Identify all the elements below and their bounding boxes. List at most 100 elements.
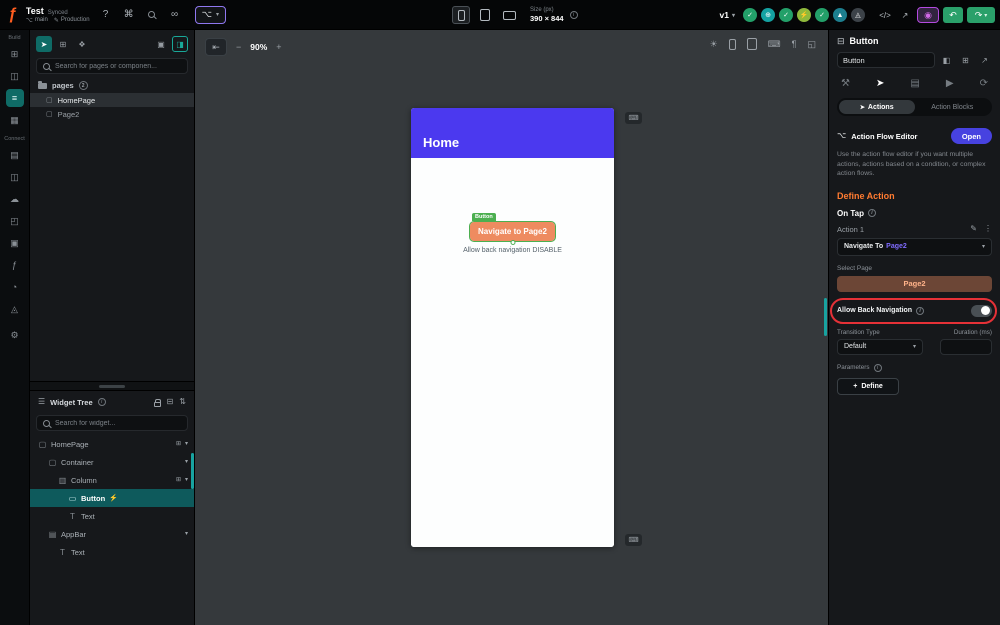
pages-search[interactable] [36,58,188,74]
tab-action-blocks[interactable]: Action Blocks [915,100,991,114]
extensions-icon[interactable]: ◬ [851,8,865,22]
rail-media-icon[interactable]: ▣ [6,234,24,252]
tab-list-icon[interactable]: ▤ [910,78,919,89]
copy-icon[interactable]: ⊞ [176,441,181,447]
edit-action-icon[interactable]: ✎ [970,225,977,233]
rail-analytics-icon[interactable]: ◔ [6,278,24,296]
text-direction-icon[interactable]: ¶ [792,39,797,49]
rail-database-icon[interactable]: ▤ [6,146,24,164]
preview-appbar[interactable]: Home [411,108,614,158]
device-tablet-button[interactable] [476,6,494,24]
select-mode-icon[interactable]: ➤ [36,36,52,52]
action-type-dropdown[interactable]: Navigate To Page2 ▾ [837,237,992,256]
project-info[interactable]: Test Synced ⌥ main ✎ Production [26,6,90,24]
preview-eye-button[interactable]: ◉ [917,7,939,23]
flutterflow-logo-icon[interactable]: ƒ [8,6,17,24]
size-info-icon[interactable]: i [569,11,578,19]
keyboard-icon[interactable]: ⌨ [768,39,781,49]
status-globe-icon[interactable]: ⊕ [761,8,775,22]
tab-actions-icon[interactable]: ➤ [876,78,884,89]
rail-integrations-icon[interactable]: ◬ [6,300,24,318]
flow-mode-dropdown[interactable]: ⌥ ▾ [194,5,226,24]
splitter-handle[interactable] [99,384,125,388]
phone-preview[interactable]: Home Button Navigate to Page2 Allow back… [411,108,614,547]
page-list-item-page2[interactable]: ▢ Page2 [30,107,194,121]
sort-icon[interactable]: ⇅ [179,398,186,406]
templates-icon[interactable]: ◨ [172,36,188,52]
resize-handle[interactable] [510,240,515,245]
chevron-down-icon[interactable]: ▾ [185,441,188,447]
panel-splitter[interactable] [30,381,194,391]
branch-name[interactable]: main [35,17,48,23]
pages-search-input[interactable] [55,62,181,70]
link-icon[interactable]: ∞ [168,8,182,22]
chevron-down-icon[interactable]: ▾ [185,459,188,465]
lock-icon[interactable] [153,398,162,407]
help-icon[interactable]: ? [99,8,113,22]
tree-item-text[interactable]: T Text [30,507,194,525]
design-canvas[interactable]: ⇤ − 90% + ☀ ⌨ ¶ ◱ Home Button Navigate t… [195,30,828,625]
widget-name-input[interactable] [837,52,935,68]
copy-style-icon[interactable]: ⊞ [958,53,973,68]
rail-storage-icon[interactable]: ◰ [6,212,24,230]
rail-ui-builder-icon[interactable]: ≡ [5,89,24,107]
status-bolt-icon[interactable]: ⚡ [797,8,811,22]
device-phone-button[interactable] [452,6,470,24]
deploy-rocket-icon[interactable]: ▲ [833,8,847,22]
chevron-down-icon[interactable]: ▾ [185,531,188,537]
zoom-in-button[interactable]: + [276,42,281,52]
tree-menu-icon[interactable]: ☰ [38,398,45,406]
allow-back-info-icon[interactable]: i [916,306,925,315]
tablet-frame-icon[interactable] [746,38,757,50]
open-flow-editor-button[interactable]: Open [950,128,992,144]
chevron-down-icon[interactable]: ▾ [185,477,188,483]
tree-item-button-selected[interactable]: ▭ Button ⚡ [30,489,194,507]
parameters-info-icon[interactable]: i [873,363,882,372]
pages-folder-row[interactable]: pages 2 [30,78,194,93]
on-tap-info-icon[interactable]: i [867,209,876,218]
frame-crop-icon[interactable]: ◱ [807,39,816,49]
tab-actions[interactable]: ➤ Actions [839,100,915,114]
tree-item-appbar[interactable]: ▤ AppBar ▾ [30,525,194,543]
tree-item-homepage[interactable]: ▢ HomePage ⊞ ▾ [30,435,194,453]
undo-button[interactable]: ↶ [943,7,963,23]
tags-icon[interactable]: ❖ [74,36,90,52]
preview-navigate-button[interactable]: Button Navigate to Page2 [469,213,556,245]
phone-frame-icon[interactable] [728,38,736,50]
version-dropdown[interactable]: v1 ▾ [720,10,735,20]
tree-scrollbar[interactable] [191,453,194,489]
add-page-icon[interactable]: ▣ [153,36,169,52]
status-check-icon[interactable]: ✓ [743,8,757,22]
page-list-item-homepage[interactable]: ▢ HomePage [30,93,194,107]
more-options-icon[interactable]: ⋮ [984,225,992,233]
tab-animation-icon[interactable]: ⟳ [980,78,988,89]
selected-page-button[interactable]: Page2 [837,275,992,292]
collapse-panel-button[interactable]: ⇤ [205,38,227,56]
duration-input[interactable] [940,338,992,355]
components-grid-icon[interactable]: ⊞ [55,36,71,52]
rail-storyboard-icon[interactable]: ◫ [6,67,24,85]
rail-dashboard-icon[interactable]: ⊞ [6,45,24,63]
search-icon[interactable] [145,8,159,22]
status-check2-icon[interactable]: ✓ [779,8,793,22]
share-icon[interactable]: ↗ [897,7,913,23]
expand-icon[interactable]: ↗ [977,53,992,68]
rail-api-icon[interactable]: ☁ [6,190,24,208]
keyboard-toggle-bottom[interactable]: ⌨ [625,534,642,546]
rail-functions-icon[interactable]: ƒ [6,256,24,274]
theme-toggle-icon[interactable]: ☀ [710,39,718,49]
tree-item-column[interactable]: ▥ Column ⊞ ▾ [30,471,194,489]
settings-gear-icon[interactable]: ⚙ [6,326,24,344]
define-parameters-button[interactable]: + Define [837,377,899,395]
keyboard-toggle-top[interactable]: ⌨ [625,112,642,124]
rail-widget-palette-icon[interactable]: ▦ [6,111,24,129]
device-desktop-button[interactable] [500,6,518,24]
palette-icon[interactable]: ◧ [939,53,954,68]
code-view-icon[interactable]: </> [877,7,893,23]
allow-back-toggle[interactable] [971,304,992,317]
widget-tree-info-icon[interactable]: i [97,398,106,406]
transition-type-select[interactable]: Default ▾ [837,338,923,355]
copy-icon[interactable]: ⊞ [176,477,181,483]
rail-data-types-icon[interactable]: ◫ [6,168,24,186]
status-check3-icon[interactable]: ✓ [815,8,829,22]
